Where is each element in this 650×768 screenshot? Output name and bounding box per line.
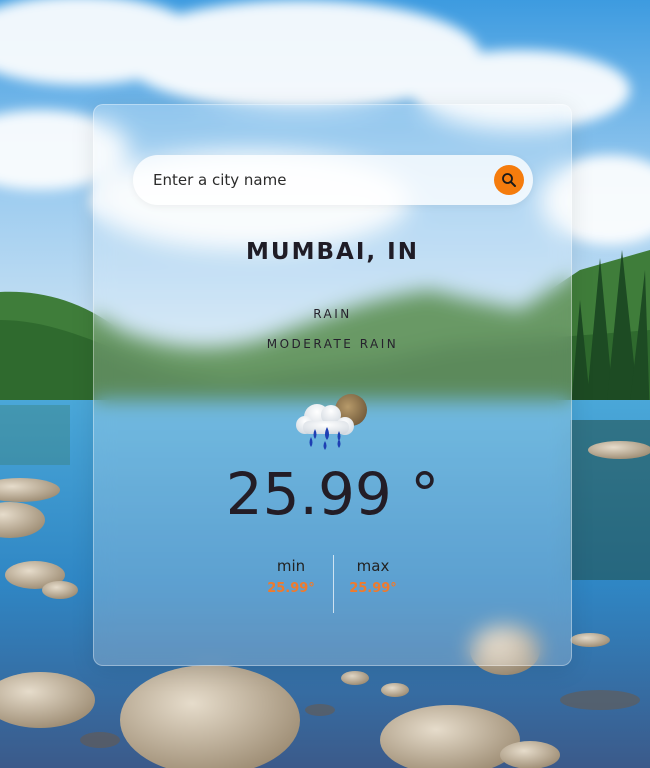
cloud-rain-moon-icon <box>296 394 367 450</box>
max-value: 25.99° <box>349 581 397 596</box>
search-icon <box>502 173 516 187</box>
max-temperature: max 25.99° <box>323 555 423 596</box>
app-root: MUMBAI, IN RAIN MODERATE RAIN <box>0 0 650 768</box>
city-name: MUMBAI, IN <box>246 239 419 265</box>
search-bar <box>133 155 533 205</box>
temperature: 25.99 ° <box>225 460 440 528</box>
weather-main: RAIN <box>313 307 352 321</box>
max-label: max <box>356 557 390 575</box>
min-max-panel: min 25.99° max 25.99° <box>94 555 571 615</box>
weather-description: MODERATE RAIN <box>266 337 399 351</box>
search-input[interactable] <box>133 155 473 205</box>
weather-card: MUMBAI, IN RAIN MODERATE RAIN <box>93 104 572 666</box>
search-button[interactable] <box>494 165 524 195</box>
